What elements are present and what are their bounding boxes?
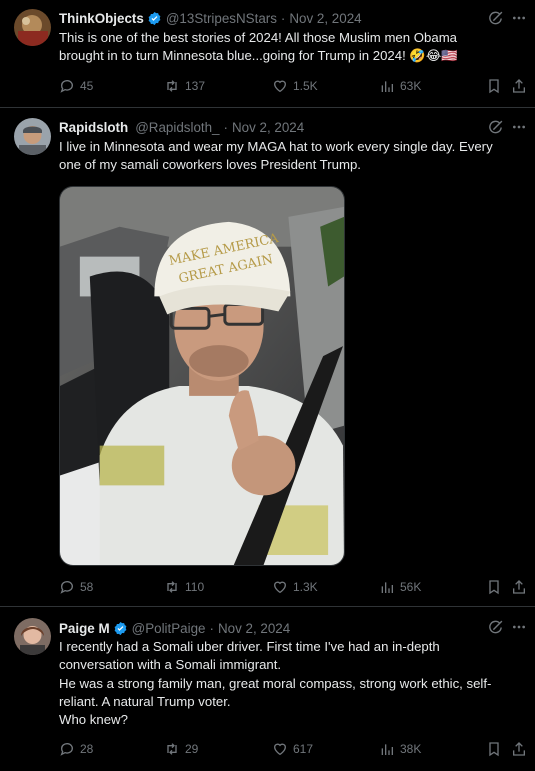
views-button[interactable]: 38K <box>379 741 421 757</box>
share-icon[interactable] <box>511 579 527 595</box>
repost-button[interactable]: 110 <box>164 579 204 595</box>
display-name[interactable]: Rapidsloth <box>59 120 128 135</box>
tweet-header: Paige M @PolitPaige · Nov 2, 2024 <box>59 619 475 637</box>
like-button[interactable]: 617 <box>272 741 313 757</box>
tweet-text-line: reliant. A natural Trump voter. <box>59 693 231 709</box>
reply-count: 45 <box>80 79 94 93</box>
like-count: 1.5K <box>293 79 318 93</box>
display-name[interactable]: ThinkObjects <box>59 11 144 26</box>
repost-button[interactable]: 137 <box>164 78 205 94</box>
heart-icon <box>273 581 287 594</box>
heart-icon <box>273 743 287 756</box>
repost-icon <box>167 80 177 92</box>
avatar[interactable] <box>14 618 51 655</box>
repost-count: 29 <box>185 742 199 756</box>
tweet-1[interactable]: ThinkObjects @13StripesNStars · Nov 2, 2… <box>0 0 535 107</box>
more-options-icon[interactable] <box>511 10 527 26</box>
tweet-header: Rapidsloth @Rapidsloth_ · Nov 2, 2024 <box>59 118 475 136</box>
bookmark-icon[interactable] <box>486 741 502 757</box>
reply-icon <box>60 743 73 756</box>
like-button[interactable]: 1.5K <box>272 78 318 94</box>
reply-button[interactable]: 28 <box>59 741 93 757</box>
reply-button[interactable]: 58 <box>59 579 93 595</box>
tweet-text-line: conversation with a Somali immigrant. <box>59 657 282 673</box>
like-button[interactable]: 1.3K <box>272 579 318 595</box>
tweet-text-line: brought in to turn Minnesota blue...goin… <box>59 48 458 64</box>
separator-dot: · <box>209 620 214 636</box>
repost-icon <box>167 581 177 593</box>
tweet-3[interactable]: Paige M @PolitPaige · Nov 2, 2024 I rece… <box>0 607 535 771</box>
tweet-text-line: I live in Minnesota and wear my MAGA hat… <box>59 139 493 154</box>
separator-dot: · <box>223 119 228 135</box>
like-count: 1.3K <box>293 580 318 594</box>
views-count: 56K <box>400 580 422 594</box>
views-chart-icon <box>381 582 393 593</box>
more-options-icon[interactable] <box>511 119 527 135</box>
reply-count: 28 <box>80 742 94 756</box>
repost-button[interactable]: 29 <box>164 741 198 757</box>
more-options-icon[interactable] <box>511 619 527 635</box>
views-chart-icon <box>381 744 393 755</box>
views-count: 38K <box>400 742 422 756</box>
bookmark-icon[interactable] <box>486 579 502 595</box>
timestamp[interactable]: Nov 2, 2024 <box>218 621 290 636</box>
like-count: 617 <box>293 742 314 756</box>
reply-icon <box>60 80 73 93</box>
display-name[interactable]: Paige M <box>59 621 110 636</box>
views-chart-icon <box>381 81 393 92</box>
verified-badge-icon <box>148 11 161 25</box>
grok-icon[interactable] <box>487 10 504 27</box>
handle[interactable]: @Rapidsloth_ <box>135 120 219 135</box>
heart-icon <box>273 80 287 93</box>
action-bar: 45 137 1.5K 63K <box>59 78 527 96</box>
reply-button[interactable]: 45 <box>59 78 93 94</box>
tweet-text: This is one of the best stories of 2024!… <box>59 29 521 66</box>
views-button[interactable]: 56K <box>379 579 421 595</box>
reply-count: 58 <box>80 580 94 594</box>
repost-count: 137 <box>185 79 206 93</box>
views-count: 63K <box>400 79 422 93</box>
tweet-text-line: He was a strong family man, great moral … <box>59 675 492 691</box>
separator-dot: · <box>280 10 286 26</box>
handle[interactable]: @13StripesNStars <box>166 11 277 26</box>
handle[interactable]: @PolitPaige <box>132 621 206 636</box>
tweet-text-line: Who knew? <box>59 712 128 728</box>
tweet-text-line: one of my samali coworkers loves Preside… <box>59 157 361 173</box>
reply-icon <box>60 581 73 594</box>
timestamp[interactable]: Nov 2, 2024 <box>232 120 304 135</box>
tweet-text: I recently had a Somali uber driver. Fir… <box>59 638 521 729</box>
action-bar: 58 110 1.3K 56K <box>59 579 527 597</box>
grok-icon[interactable] <box>487 119 504 136</box>
tweet-photo[interactable]: MAKE AMERICA GREAT AGAIN <box>59 186 345 566</box>
timestamp[interactable]: Nov 2, 2024 <box>289 11 361 26</box>
share-icon[interactable] <box>511 741 527 757</box>
avatar[interactable] <box>14 118 51 155</box>
tweet-text-line: I recently had a Somali uber driver. Fir… <box>59 639 440 654</box>
bookmark-icon[interactable] <box>486 78 502 94</box>
tweet-header: ThinkObjects @13StripesNStars · Nov 2, 2… <box>59 9 475 27</box>
tweet-text: I live in Minnesota and wear my MAGA hat… <box>59 138 521 175</box>
avatar[interactable] <box>14 9 51 46</box>
repost-count: 110 <box>185 580 205 594</box>
tweet-text-line: This is one of the best stories of 2024!… <box>59 30 458 45</box>
views-button[interactable]: 63K <box>379 78 421 94</box>
grok-icon[interactable] <box>487 619 504 636</box>
action-bar: 28 29 617 38K <box>59 741 527 759</box>
share-icon[interactable] <box>511 78 527 94</box>
repost-icon <box>167 743 177 755</box>
verified-badge-icon <box>114 621 126 635</box>
